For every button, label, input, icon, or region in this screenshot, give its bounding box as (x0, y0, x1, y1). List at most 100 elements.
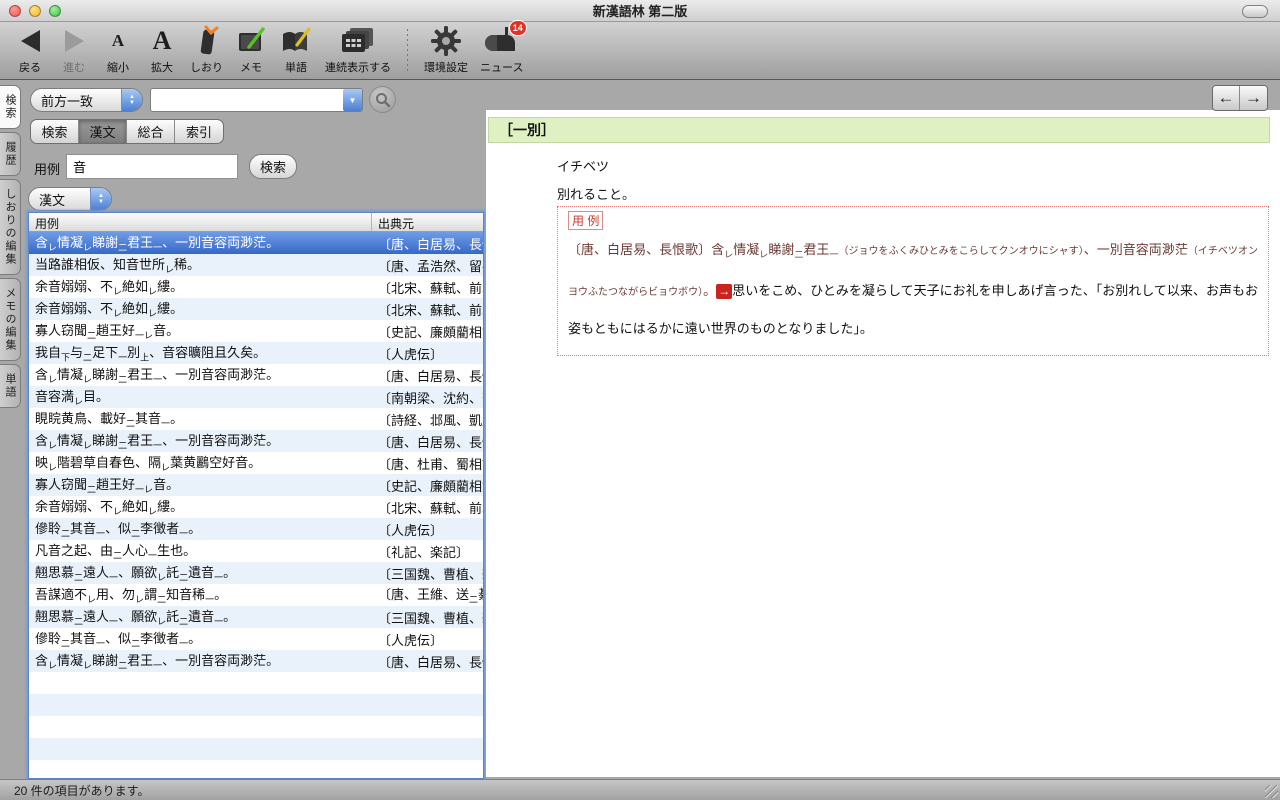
table-row[interactable]: 傪聆二其音一、似二李徴者一。〔人虎伝〕 (29, 628, 483, 650)
results-table: 用例 出典元 含レ情凝レ睇謝二君王一、一別音容両渺茫。〔唐、白居易、長恨歌〕当路… (28, 212, 484, 779)
example-field-label: 用例 (34, 159, 60, 178)
source-cell: 〔人虎伝〕 (372, 630, 483, 649)
results-table-body: 含レ情凝レ睇謝二君王一、一別音容両渺茫。〔唐、白居易、長恨歌〕当路誰相仮、知音世… (29, 232, 483, 778)
table-row[interactable]: 余音嫋嫋、不レ絶如レ縷。〔北宋、蘇軾、前赤壁賦〕 (29, 298, 483, 320)
magnifier-button[interactable] (369, 86, 396, 113)
combo-dropdown-icon[interactable]: ▼ (343, 89, 362, 111)
example-cell: 余音嫋嫋、不レ絶如レ縷。 (29, 496, 372, 518)
example-cell: 翹思慕二遠人一、願欲レ託二遺音一。 (29, 562, 372, 584)
example-cell: 含レ情凝レ睇謝二君王一、一別音容両渺茫。 (29, 430, 372, 452)
sidebar-tab-検索[interactable]: 検索 (0, 85, 21, 129)
example-cell: 含レ情凝レ睇謝二君王一、一別音容両渺茫。 (29, 232, 372, 254)
forward-arrow-icon (65, 24, 84, 58)
toolbar-word-button[interactable]: 単語 (273, 24, 319, 75)
example-segment-kanbun: 〔唐、白居易、長恨歌〕含レ情凝レ睇謝二君王一 (568, 242, 838, 257)
result-count-status: 20 件の項目があります。 (14, 782, 149, 799)
keyword-input[interactable] (151, 89, 343, 111)
minimize-button[interactable] (29, 5, 41, 17)
example-cell: 傪聆二其音一、似二李徴者一。 (29, 518, 372, 540)
table-row[interactable]: 傪聆二其音一、似二李徴者一。〔人虎伝〕 (29, 518, 483, 540)
example-cell: 翹思慕二遠人一、願欲レ託二遺音一。 (29, 606, 372, 628)
popup-stepper-icon: ▲▼ (121, 89, 142, 111)
table-row[interactable]: 凡音之起、由二人心一生也。〔礼記、楽記〕 (29, 540, 483, 562)
news-count-badge: 14 (509, 20, 527, 36)
column-header-source[interactable]: 出典元 (372, 213, 483, 231)
toolbar-bookmark-button[interactable]: しおり (184, 24, 229, 75)
table-row[interactable]: 含レ情凝レ睇謝二君王一、一別音容両渺茫。〔唐、白居易、長恨歌〕 (29, 650, 483, 672)
example-cell: 我自下与二足下一別上、音容曠阻且久矣。 (29, 342, 372, 364)
toolbar-news-button[interactable]: 14ニュース (474, 24, 529, 75)
table-row[interactable]: 寡人窃聞二趙王好一レ音。〔史記、廉頗藺相如列伝〕 (29, 474, 483, 496)
dictionary-popup[interactable]: 漢文 ▲▼ (28, 187, 112, 211)
source-cell: 〔礼記、楽記〕 (372, 542, 483, 561)
source-cell: 〔史記、廉頗藺相如列伝〕 (372, 476, 483, 495)
table-row[interactable]: 余音嫋嫋、不レ絶如レ縷。〔北宋、蘇軾、前赤壁賦〕 (29, 496, 483, 518)
source-cell: 〔唐、白居易、長恨歌〕 (372, 366, 483, 385)
example-cell: 寡人窃聞二趙王好一レ音。 (29, 474, 372, 496)
example-segment-kanbun: 、一別音容両渺茫 (1084, 242, 1188, 257)
example-cell: 余音嫋嫋、不レ絶如レ縷。 (29, 298, 372, 320)
search-tab-漢文[interactable]: 漢文 (79, 120, 127, 143)
source-cell: 〔唐、杜甫、蜀相詩〕 (372, 454, 483, 473)
example-label: 用 例 (568, 211, 603, 230)
table-row[interactable]: 音容満レ目。〔南朝梁、沈約、斉故安陸昭王碑文〕 (29, 386, 483, 408)
toolbar: 戻る 進む A縮小A拡大しおりメモ単語連続表示する環境設定14ニュース (0, 22, 1280, 80)
toolbar-preferences-button[interactable]: 環境設定 (418, 24, 474, 75)
toolbar-toggle-button[interactable] (1242, 5, 1268, 18)
table-row[interactable]: 吾謀適不レ用、勿レ謂二知音稀一。〔唐、王維、送二綦毋潜落第還郷詩〕 (29, 584, 483, 606)
example-cell: 映レ階碧草自春色、隔レ葉黄鸝空好音。 (29, 452, 372, 474)
toolbar-continuous-button[interactable]: 連続表示する (319, 24, 397, 75)
sidebar-tab-単語[interactable]: 単語 (0, 364, 21, 408)
close-button[interactable] (9, 5, 21, 17)
zoom-button[interactable] (49, 5, 61, 17)
table-row[interactable]: 睍睆黄鳥、載好二其音一。〔詩経、邶風、凱風〕 (29, 408, 483, 430)
table-row[interactable]: 翹思慕二遠人一、願欲レ託二遺音一。〔三国魏、曹植、雑詩〕 (29, 562, 483, 584)
table-row[interactable]: 含レ情凝レ睇謝二君王一、一別音容両渺茫。〔唐、白居易、長恨歌〕 (29, 430, 483, 452)
keyword-combo[interactable]: ▼ (150, 88, 363, 112)
search-button[interactable]: 検索 (249, 154, 297, 179)
resize-grip-icon[interactable] (1265, 785, 1278, 798)
example-text: 〔唐、白居易、長恨歌〕含レ情凝レ睇謝二君王一（ジョウをふくみひとみをこらしてクン… (568, 232, 1258, 347)
table-row[interactable]: 含レ情凝レ睇謝二君王一、一別音容両渺茫。〔唐、白居易、長恨歌〕 (29, 364, 483, 386)
toolbar-item-label: 戻る (19, 59, 41, 75)
source-cell: 〔唐、白居易、長恨歌〕 (372, 234, 483, 253)
entry-nav: ← → (1212, 85, 1268, 111)
search-tab-検索[interactable]: 検索 (31, 120, 79, 143)
sidebar-tab-履歴[interactable]: 履歴 (0, 132, 21, 176)
source-cell: 〔北宋、蘇軾、前赤壁賦〕 (372, 278, 483, 297)
search-tab-索引[interactable]: 索引 (175, 120, 223, 143)
toolbar-memo-button[interactable]: メモ (229, 24, 273, 75)
table-row[interactable]: 当路誰相仮、知音世所レ稀。〔唐、孟浩然、留-別王維詩〕 (29, 254, 483, 276)
search-tab-総合[interactable]: 総合 (127, 120, 175, 143)
bookmark-icon (192, 24, 222, 58)
table-row[interactable]: 翹思慕二遠人一、願欲レ託二遺音一。〔三国魏、曹植、雑詩〕 (29, 606, 483, 628)
table-row[interactable]: 我自下与二足下一別上、音容曠阻且久矣。〔人虎伝〕 (29, 342, 483, 364)
source-cell: 〔人虎伝〕 (372, 520, 483, 539)
sidebar-tab-メモの編集[interactable]: メモの編集 (0, 278, 21, 361)
column-header-example[interactable]: 用例 (29, 213, 372, 231)
example-cell: 吾謀適不レ用、勿レ謂二知音稀一。 (29, 584, 372, 606)
table-row[interactable]: 映レ階碧草自春色、隔レ葉黄鸝空好音。〔唐、杜甫、蜀相詩〕 (29, 452, 483, 474)
title-bar: 新漢語林 第二版 (0, 0, 1280, 22)
example-cell: 含レ情凝レ睇謝二君王一、一別音容両渺茫。 (29, 364, 372, 386)
match-mode-popup[interactable]: 前方一致 ▲▼ (30, 88, 143, 112)
empty-rows-stripes (29, 672, 483, 778)
example-field-input[interactable] (66, 154, 238, 179)
table-row[interactable]: 寡人窃聞二趙王好一レ音。〔史記、廉頗藺相如列伝〕 (29, 320, 483, 342)
toolbar-item-label: 進む (63, 59, 85, 75)
toolbar-back-button[interactable]: 戻る (8, 24, 52, 75)
sidebar-tab-strip: 検索履歴しおりの編集メモの編集単語 (0, 85, 22, 408)
example-box: 用 例 〔唐、白居易、長恨歌〕含レ情凝レ睇謝二君王一（ジョウをふくみひとみをこら… (557, 206, 1269, 356)
left-arrow-icon: ← (1218, 88, 1235, 108)
toolbar-zoom-out-button[interactable]: A縮小 (96, 24, 140, 75)
next-entry-button[interactable]: → (1240, 86, 1267, 110)
example-cell: 凡音之起、由二人心一生也。 (29, 540, 372, 562)
dictionary-popup-value: 漢文 (29, 190, 90, 209)
table-row[interactable]: 余音嫋嫋、不レ絶如レ縷。〔北宋、蘇軾、前赤壁賦〕 (29, 276, 483, 298)
example-cell: 余音嫋嫋、不レ絶如レ縷。 (29, 276, 372, 298)
table-row[interactable]: 含レ情凝レ睇謝二君王一、一別音容両渺茫。〔唐、白居易、長恨歌〕 (29, 232, 483, 254)
sidebar-tab-しおりの編集[interactable]: しおりの編集 (0, 179, 21, 275)
toolbar-zoom-in-button[interactable]: A拡大 (140, 24, 184, 75)
stacked-cards-icon (340, 24, 376, 58)
prev-entry-button[interactable]: ← (1213, 86, 1240, 110)
